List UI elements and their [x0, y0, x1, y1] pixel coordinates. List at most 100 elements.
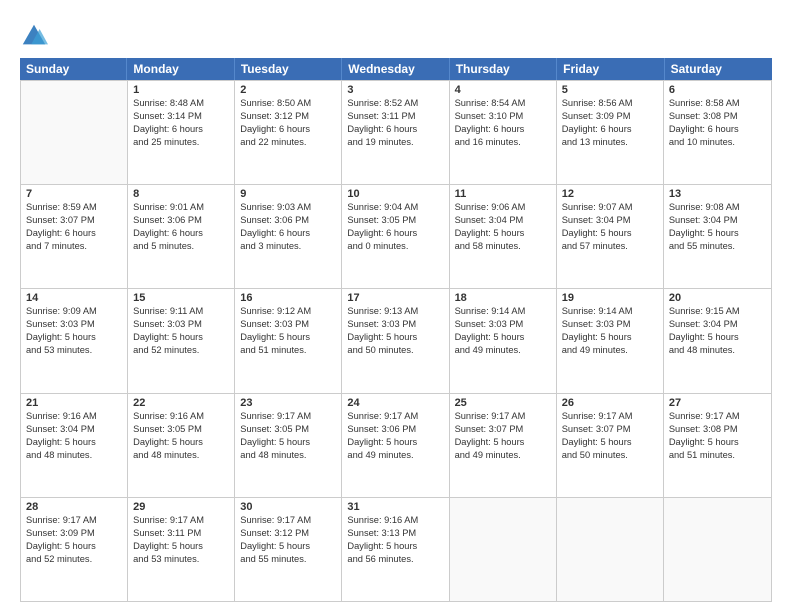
calendar-cell	[664, 498, 771, 601]
day-number: 30	[240, 501, 336, 513]
cell-line: Sunrise: 9:03 AM	[240, 201, 336, 214]
logo-icon	[20, 22, 48, 50]
cell-line: Sunrise: 9:13 AM	[347, 305, 443, 318]
cell-line: Sunset: 3:14 PM	[133, 110, 229, 123]
cell-line: Sunset: 3:10 PM	[455, 110, 551, 123]
cell-line: Daylight: 6 hours	[133, 123, 229, 136]
cell-line: Sunset: 3:11 PM	[347, 110, 443, 123]
day-number: 22	[133, 397, 229, 409]
weekday-header: Thursday	[450, 58, 557, 80]
day-number: 6	[669, 84, 766, 96]
cell-line: and 50 minutes.	[347, 344, 443, 357]
cell-line: Sunset: 3:03 PM	[347, 318, 443, 331]
calendar-cell: 4Sunrise: 8:54 AMSunset: 3:10 PMDaylight…	[450, 81, 557, 184]
cell-line: and 49 minutes.	[562, 344, 658, 357]
cell-line: and 7 minutes.	[26, 240, 122, 253]
cell-line: Sunset: 3:03 PM	[455, 318, 551, 331]
day-number: 24	[347, 397, 443, 409]
cell-line: Sunrise: 9:06 AM	[455, 201, 551, 214]
cell-line: and 53 minutes.	[133, 553, 229, 566]
day-number: 3	[347, 84, 443, 96]
cell-line: Sunset: 3:06 PM	[347, 423, 443, 436]
cell-line: Sunset: 3:06 PM	[240, 214, 336, 227]
cell-line: Daylight: 5 hours	[455, 227, 551, 240]
cell-line: Daylight: 5 hours	[669, 436, 766, 449]
day-number: 11	[455, 188, 551, 200]
calendar-cell: 19Sunrise: 9:14 AMSunset: 3:03 PMDayligh…	[557, 289, 664, 392]
day-number: 4	[455, 84, 551, 96]
weekday-header: Tuesday	[235, 58, 342, 80]
cell-line: Daylight: 6 hours	[455, 123, 551, 136]
cell-line: Sunset: 3:08 PM	[669, 423, 766, 436]
cell-line: and 48 minutes.	[26, 449, 122, 462]
cell-line: Sunrise: 9:01 AM	[133, 201, 229, 214]
cell-line: Daylight: 5 hours	[347, 436, 443, 449]
day-number: 23	[240, 397, 336, 409]
day-number: 27	[669, 397, 766, 409]
cell-line: Sunset: 3:06 PM	[133, 214, 229, 227]
cell-line: Daylight: 5 hours	[562, 227, 658, 240]
day-number: 14	[26, 292, 122, 304]
calendar-cell: 13Sunrise: 9:08 AMSunset: 3:04 PMDayligh…	[664, 185, 771, 288]
cell-line: Daylight: 5 hours	[669, 227, 766, 240]
cell-line: Sunset: 3:03 PM	[133, 318, 229, 331]
cell-line: Daylight: 5 hours	[133, 540, 229, 553]
cell-line: and 19 minutes.	[347, 136, 443, 149]
day-number: 1	[133, 84, 229, 96]
calendar-row: 14Sunrise: 9:09 AMSunset: 3:03 PMDayligh…	[21, 288, 771, 392]
cell-line: Sunset: 3:03 PM	[562, 318, 658, 331]
cell-line: Sunrise: 9:17 AM	[26, 514, 122, 527]
cell-line: Sunset: 3:04 PM	[455, 214, 551, 227]
cell-line: Sunrise: 8:50 AM	[240, 97, 336, 110]
cell-line: Sunrise: 8:59 AM	[26, 201, 122, 214]
cell-line: and 3 minutes.	[240, 240, 336, 253]
day-number: 25	[455, 397, 551, 409]
cell-line: Sunrise: 9:17 AM	[240, 514, 336, 527]
cell-line: Sunrise: 9:07 AM	[562, 201, 658, 214]
cell-line: and 0 minutes.	[347, 240, 443, 253]
cell-line: and 57 minutes.	[562, 240, 658, 253]
logo	[20, 22, 50, 50]
cell-line: and 49 minutes.	[455, 344, 551, 357]
cell-line: Sunset: 3:03 PM	[240, 318, 336, 331]
cell-line: Daylight: 5 hours	[133, 331, 229, 344]
cell-line: Daylight: 6 hours	[133, 227, 229, 240]
cell-line: Sunrise: 8:56 AM	[562, 97, 658, 110]
cell-line: and 13 minutes.	[562, 136, 658, 149]
cell-line: Daylight: 5 hours	[26, 540, 122, 553]
cell-line: Daylight: 6 hours	[240, 123, 336, 136]
cell-line: Sunset: 3:04 PM	[26, 423, 122, 436]
calendar-row: 7Sunrise: 8:59 AMSunset: 3:07 PMDaylight…	[21, 184, 771, 288]
cell-line: Sunrise: 8:52 AM	[347, 97, 443, 110]
cell-line: and 50 minutes.	[562, 449, 658, 462]
cell-line: Daylight: 6 hours	[26, 227, 122, 240]
cell-line: Daylight: 6 hours	[669, 123, 766, 136]
calendar-cell: 6Sunrise: 8:58 AMSunset: 3:08 PMDaylight…	[664, 81, 771, 184]
cell-line: Sunset: 3:09 PM	[562, 110, 658, 123]
cell-line: Daylight: 5 hours	[26, 436, 122, 449]
calendar-row: 21Sunrise: 9:16 AMSunset: 3:04 PMDayligh…	[21, 393, 771, 497]
cell-line: Sunrise: 9:15 AM	[669, 305, 766, 318]
cell-line: and 55 minutes.	[669, 240, 766, 253]
calendar-cell: 27Sunrise: 9:17 AMSunset: 3:08 PMDayligh…	[664, 394, 771, 497]
cell-line: Sunset: 3:07 PM	[455, 423, 551, 436]
calendar-cell: 18Sunrise: 9:14 AMSunset: 3:03 PMDayligh…	[450, 289, 557, 392]
calendar-cell: 31Sunrise: 9:16 AMSunset: 3:13 PMDayligh…	[342, 498, 449, 601]
cell-line: and 22 minutes.	[240, 136, 336, 149]
weekday-header: Friday	[557, 58, 664, 80]
calendar-cell: 7Sunrise: 8:59 AMSunset: 3:07 PMDaylight…	[21, 185, 128, 288]
calendar-cell: 25Sunrise: 9:17 AMSunset: 3:07 PMDayligh…	[450, 394, 557, 497]
calendar-cell: 11Sunrise: 9:06 AMSunset: 3:04 PMDayligh…	[450, 185, 557, 288]
cell-line: Sunrise: 9:04 AM	[347, 201, 443, 214]
cell-line: Sunset: 3:09 PM	[26, 527, 122, 540]
day-number: 8	[133, 188, 229, 200]
cell-line: Sunset: 3:08 PM	[669, 110, 766, 123]
cell-line: Sunset: 3:05 PM	[240, 423, 336, 436]
day-number: 7	[26, 188, 122, 200]
cell-line: Sunrise: 8:48 AM	[133, 97, 229, 110]
calendar-body: 1Sunrise: 8:48 AMSunset: 3:14 PMDaylight…	[20, 80, 772, 602]
calendar-cell: 16Sunrise: 9:12 AMSunset: 3:03 PMDayligh…	[235, 289, 342, 392]
cell-line: Sunset: 3:12 PM	[240, 110, 336, 123]
cell-line: Daylight: 6 hours	[347, 227, 443, 240]
cell-line: Sunset: 3:04 PM	[669, 214, 766, 227]
